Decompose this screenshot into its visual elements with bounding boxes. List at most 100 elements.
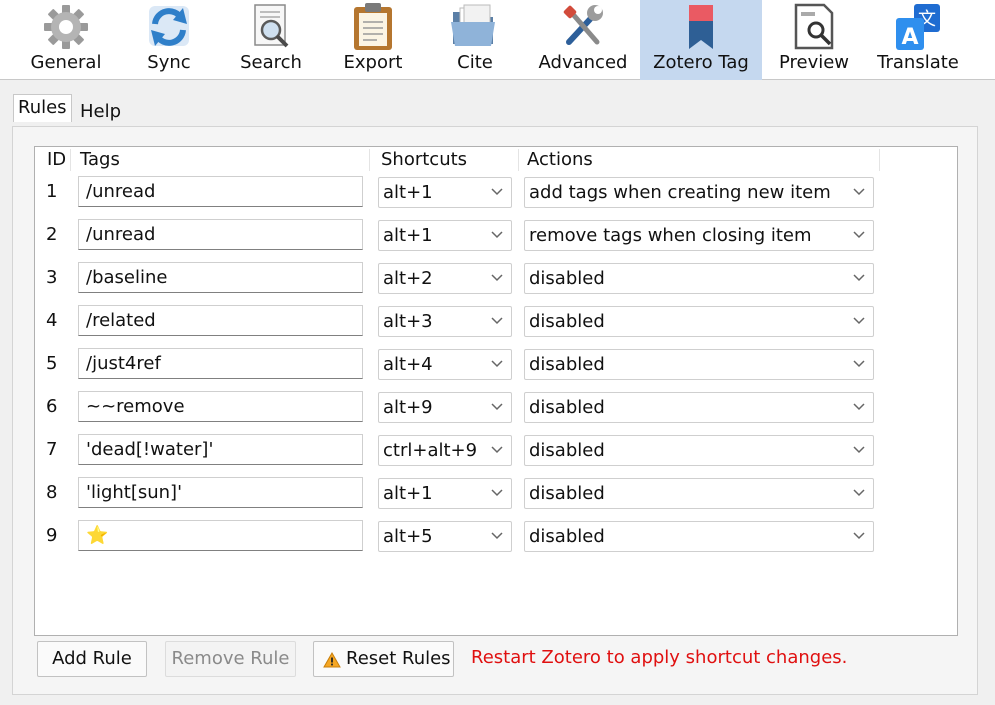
gear-icon — [44, 5, 88, 49]
toolbar-sync-button[interactable]: Sync — [124, 0, 214, 80]
reset-rules-label: Reset Rules — [346, 648, 451, 669]
shortcut-value: alt+2 — [383, 268, 433, 289]
preview-icon — [794, 3, 834, 50]
shortcut-select[interactable]: alt+3 — [378, 306, 512, 337]
action-value: disabled — [529, 526, 605, 547]
action-value: disabled — [529, 440, 605, 461]
shortcut-value: alt+5 — [383, 526, 433, 547]
chevron-down-icon — [491, 489, 503, 497]
add-rule-button[interactable]: Add Rule — [37, 641, 147, 677]
chevron-down-icon — [491, 532, 503, 540]
tab-rules[interactable]: Rules — [13, 94, 72, 122]
chevron-down-icon — [491, 446, 503, 454]
table-row: 2 /unread alt+1 remove tags when closing… — [35, 219, 957, 255]
shortcut-select[interactable]: alt+1 — [378, 220, 512, 251]
toolbar-general-button[interactable]: General — [16, 0, 116, 80]
table-row: 9 ⭐ alt+5 disabled — [35, 520, 957, 556]
chevron-down-icon — [853, 489, 865, 497]
action-value: remove tags when closing item — [529, 225, 812, 246]
rule-id: 9 — [46, 525, 58, 546]
shortcut-value: alt+9 — [383, 397, 433, 418]
toolbar-export-button[interactable]: Export — [326, 0, 420, 80]
shortcut-value: alt+3 — [383, 311, 433, 332]
shortcut-value: alt+1 — [383, 182, 433, 203]
toolbar-advanced-button[interactable]: Advanced — [532, 0, 634, 80]
tag-input[interactable]: ~~remove — [78, 391, 363, 422]
tag-input[interactable]: /baseline — [78, 262, 363, 293]
tag-input[interactable]: /unread — [78, 219, 363, 250]
shortcut-value: alt+4 — [383, 354, 433, 375]
toolbar-preview-button[interactable]: Preview — [768, 0, 860, 80]
action-select[interactable]: add tags when creating new item — [524, 177, 874, 208]
table-row: 6 ~~remove alt+9 disabled — [35, 391, 957, 427]
restart-warning-message: Restart Zotero to apply shortcut changes… — [471, 647, 848, 668]
action-value: disabled — [529, 397, 605, 418]
chevron-down-icon — [491, 188, 503, 196]
shortcut-select[interactable]: ctrl+alt+9 — [378, 435, 512, 466]
tag-input[interactable]: /unread — [78, 176, 363, 207]
shortcut-select[interactable]: alt+1 — [378, 478, 512, 509]
clipboard-icon — [354, 3, 392, 50]
tag-input[interactable]: 'light[sun]' — [78, 477, 363, 508]
tab-help[interactable]: Help — [75, 98, 127, 126]
rule-id: 7 — [46, 439, 58, 460]
chevron-down-icon — [853, 231, 865, 239]
warning-icon — [323, 652, 341, 668]
action-select[interactable]: disabled — [524, 306, 874, 337]
action-value: disabled — [529, 354, 605, 375]
action-value: disabled — [529, 268, 605, 289]
action-value: disabled — [529, 483, 605, 504]
remove-rule-button[interactable]: Remove Rule — [165, 641, 296, 677]
chevron-down-icon — [853, 317, 865, 325]
toolbar-label: Cite — [457, 52, 493, 73]
action-value: add tags when creating new item — [529, 182, 831, 203]
table-row: 3 /baseline alt+2 disabled — [35, 262, 957, 298]
table-row: 1 /unread alt+1 add tags when creating n… — [35, 176, 957, 212]
toolbar-label: Translate — [877, 52, 959, 73]
bookmark-icon — [689, 5, 713, 49]
toolbar-label: Advanced — [538, 52, 628, 73]
action-select[interactable]: remove tags when closing item — [524, 220, 874, 251]
preferences-toolbar: General Sync Search Export Cite Advanced… — [0, 0, 995, 80]
column-header-id: ID — [47, 149, 71, 171]
table-row: 8 'light[sun]' alt+1 disabled — [35, 477, 957, 513]
translate-icon: 文 A — [896, 4, 940, 50]
toolbar-label: Export — [343, 52, 403, 73]
shortcut-select[interactable]: alt+4 — [378, 349, 512, 380]
action-select[interactable]: disabled — [524, 263, 874, 294]
tag-input[interactable]: /just4ref — [78, 348, 363, 379]
action-select[interactable]: disabled — [524, 349, 874, 380]
toolbar-label: Sync — [147, 52, 191, 73]
toolbar-zotero-tag-button[interactable]: Zotero Tag — [640, 0, 762, 80]
column-header-tags: Tags — [80, 149, 370, 171]
toolbar-translate-button[interactable]: 文 A Translate — [868, 0, 968, 80]
folder-icon — [451, 4, 495, 46]
chevron-down-icon — [491, 231, 503, 239]
shortcut-value: alt+1 — [383, 483, 433, 504]
toolbar-label: Zotero Tag — [653, 52, 749, 73]
shortcut-select[interactable]: alt+9 — [378, 392, 512, 423]
chevron-down-icon — [853, 188, 865, 196]
action-select[interactable]: disabled — [524, 521, 874, 552]
tag-input[interactable]: 'dead[!water]' — [78, 434, 363, 465]
reset-rules-button[interactable]: Reset Rules — [313, 641, 454, 677]
shortcut-select[interactable]: alt+2 — [378, 263, 512, 294]
tag-input[interactable]: /related — [78, 305, 363, 336]
action-select[interactable]: disabled — [524, 392, 874, 423]
action-select[interactable]: disabled — [524, 435, 874, 466]
chevron-down-icon — [853, 446, 865, 454]
action-value: disabled — [529, 311, 605, 332]
toolbar-search-button[interactable]: Search — [223, 0, 319, 80]
rule-id: 3 — [46, 267, 58, 288]
rule-id: 2 — [46, 224, 58, 245]
shortcut-select[interactable]: alt+1 — [378, 177, 512, 208]
toolbar-label: General — [30, 52, 102, 73]
toolbar-cite-button[interactable]: Cite — [429, 0, 521, 80]
shortcut-select[interactable]: alt+5 — [378, 521, 512, 552]
action-select[interactable]: disabled — [524, 478, 874, 509]
tag-input[interactable]: ⭐ — [78, 520, 363, 551]
chevron-down-icon — [491, 360, 503, 368]
sync-icon — [149, 6, 189, 46]
rule-id: 1 — [46, 181, 58, 202]
table-row: 4 /related alt+3 disabled — [35, 305, 957, 341]
